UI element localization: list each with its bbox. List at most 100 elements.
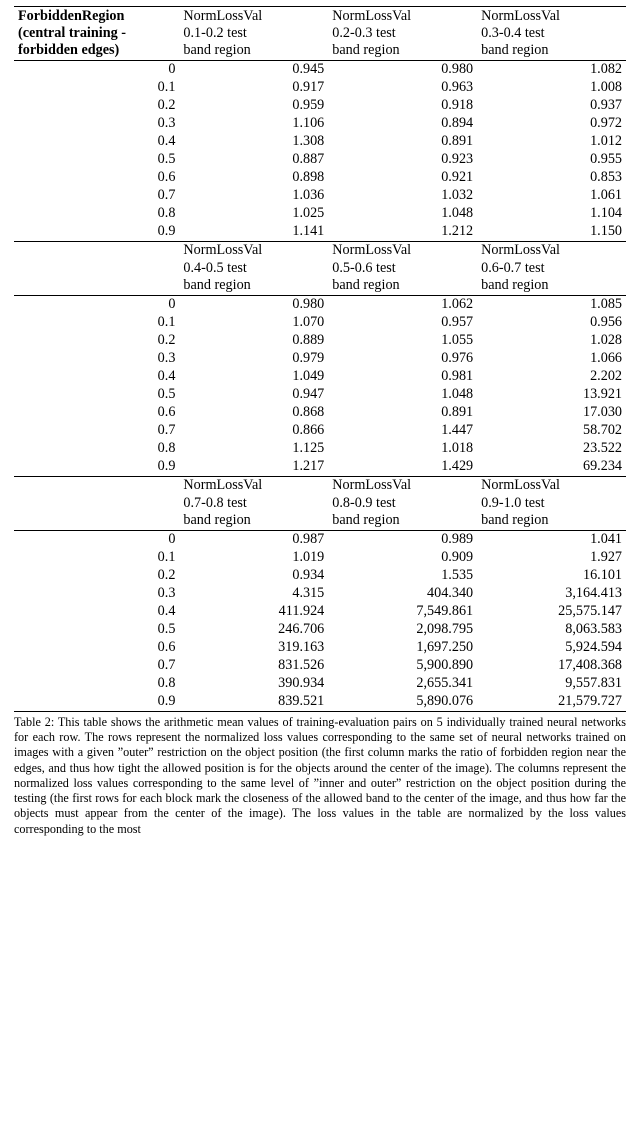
table-row: 0.34.315404.3403,164.413 — [14, 585, 626, 603]
column-header-row: NormLossVal0.4-0.5 testband regionNormLo… — [14, 241, 626, 295]
row-key: 0.9 — [14, 693, 179, 712]
cell-value: 1.150 — [477, 223, 626, 242]
table-row: 0.20.9590.9180.937 — [14, 97, 626, 115]
cell-value: 1.308 — [179, 133, 328, 151]
table-row: 0.81.0251.0481.104 — [14, 205, 626, 223]
table-row: 0.11.0700.9570.956 — [14, 314, 626, 332]
cell-value: 0.937 — [477, 97, 626, 115]
cell-value: 1.025 — [179, 205, 328, 223]
row-key: 0.6 — [14, 639, 179, 657]
cell-value: 0.868 — [179, 404, 328, 422]
cell-value: 0.957 — [328, 314, 477, 332]
hdr-l1: ForbiddenRegion — [18, 8, 124, 24]
table-row: 0.5246.7062,098.7958,063.583 — [14, 621, 626, 639]
table-row: 0.20.9341.53516.101 — [14, 567, 626, 585]
table-row: 0.81.1251.01823.522 — [14, 440, 626, 458]
cell-value: 1.008 — [477, 79, 626, 97]
table-row: 0.9839.5215,890.07621,579.727 — [14, 693, 626, 712]
table-row: 0.6319.1631,697.2505,924.594 — [14, 639, 626, 657]
cell-value: 411.924 — [179, 603, 328, 621]
row-key: 0.4 — [14, 603, 179, 621]
table-row: 00.9870.9891.041 — [14, 530, 626, 549]
cell-value: 0.955 — [477, 151, 626, 169]
cell-value: 1.019 — [179, 549, 328, 567]
cell-value: 1.041 — [477, 530, 626, 549]
cell-value: 0.909 — [328, 549, 477, 567]
hdr-l3: forbidden edges) — [18, 42, 119, 58]
cell-value: 69.234 — [477, 458, 626, 477]
cell-value: 0.981 — [328, 368, 477, 386]
table-row: 0.41.0490.9812.202 — [14, 368, 626, 386]
table-row: 0.8390.9342,655.3419,557.831 — [14, 675, 626, 693]
cell-value: 0.989 — [328, 530, 477, 549]
cell-value: 0.921 — [328, 169, 477, 187]
cell-value: 2,655.341 — [328, 675, 477, 693]
table-row: 0.10.9170.9631.008 — [14, 79, 626, 97]
cell-value: 0.980 — [328, 60, 477, 79]
cell-value: 1.048 — [328, 205, 477, 223]
table-row: 0.70.8661.44758.702 — [14, 422, 626, 440]
cell-value: 0.891 — [328, 404, 477, 422]
row-key: 0.1 — [14, 549, 179, 567]
col-header: NormLossVal0.7-0.8 testband region — [179, 476, 328, 530]
cell-value: 1,697.250 — [328, 639, 477, 657]
row-key: 0.1 — [14, 79, 179, 97]
row-key: 0.6 — [14, 404, 179, 422]
cell-value: 1.049 — [179, 368, 328, 386]
cell-value: 1.062 — [328, 295, 477, 314]
cell-value: 1.217 — [179, 458, 328, 477]
table-row: 0.7831.5265,900.89017,408.368 — [14, 657, 626, 675]
caption-label: Table 2: — [14, 715, 54, 729]
col-header: NormLossVal0.2-0.3 testband region — [328, 7, 477, 61]
cell-value: 7,549.861 — [328, 603, 477, 621]
cell-value: 831.526 — [179, 657, 328, 675]
row-key: 0.2 — [14, 97, 179, 115]
row-key: 0 — [14, 60, 179, 79]
table-row: 0.60.8980.9210.853 — [14, 169, 626, 187]
cell-value: 1.141 — [179, 223, 328, 242]
cell-value: 1.125 — [179, 440, 328, 458]
table-row: 0.91.2171.42969.234 — [14, 458, 626, 477]
cell-value: 0.959 — [179, 97, 328, 115]
row-key: 0.4 — [14, 133, 179, 151]
cell-value: 0.866 — [179, 422, 328, 440]
cell-value: 1.447 — [328, 422, 477, 440]
cell-value: 0.891 — [328, 133, 477, 151]
cell-value: 0.898 — [179, 169, 328, 187]
row-key: 0.9 — [14, 223, 179, 242]
table-row: 0.20.8891.0551.028 — [14, 332, 626, 350]
cell-value: 0.956 — [477, 314, 626, 332]
cell-value: 404.340 — [328, 585, 477, 603]
column-header-row: ForbiddenRegion(central training -forbid… — [14, 7, 626, 61]
cell-value: 4.315 — [179, 585, 328, 603]
cell-value: 1.055 — [328, 332, 477, 350]
cell-value: 1.104 — [477, 205, 626, 223]
cell-value: 0.980 — [179, 295, 328, 314]
table-row: 00.9801.0621.085 — [14, 295, 626, 314]
cell-value: 1.012 — [477, 133, 626, 151]
table-row: 0.50.9471.04813.921 — [14, 386, 626, 404]
cell-value: 9,557.831 — [477, 675, 626, 693]
cell-value: 58.702 — [477, 422, 626, 440]
cell-value: 3,164.413 — [477, 585, 626, 603]
cell-value: 319.163 — [179, 639, 328, 657]
row-key: 0.9 — [14, 458, 179, 477]
table-row: 0.41.3080.8911.012 — [14, 133, 626, 151]
table-row: 0.91.1411.2121.150 — [14, 223, 626, 242]
table-row: 0.11.0190.9091.927 — [14, 549, 626, 567]
cell-value: 5,924.594 — [477, 639, 626, 657]
row-key: 0.5 — [14, 386, 179, 404]
col-header: NormLossVal0.8-0.9 testband region — [328, 476, 477, 530]
cell-value: 1.061 — [477, 187, 626, 205]
col-header: NormLossVal0.3-0.4 testband region — [477, 7, 626, 61]
table-caption: Table 2: This table shows the arithmetic… — [14, 715, 626, 837]
col-header: NormLossVal0.4-0.5 testband region — [179, 241, 328, 295]
col-header: NormLossVal0.9-1.0 testband region — [477, 476, 626, 530]
row-key: 0.5 — [14, 621, 179, 639]
cell-value: 0.972 — [477, 115, 626, 133]
row-key: 0.8 — [14, 440, 179, 458]
table-row: 0.31.1060.8940.972 — [14, 115, 626, 133]
cell-value: 0.917 — [179, 79, 328, 97]
cell-value: 1.535 — [328, 567, 477, 585]
row-key: 0.8 — [14, 205, 179, 223]
